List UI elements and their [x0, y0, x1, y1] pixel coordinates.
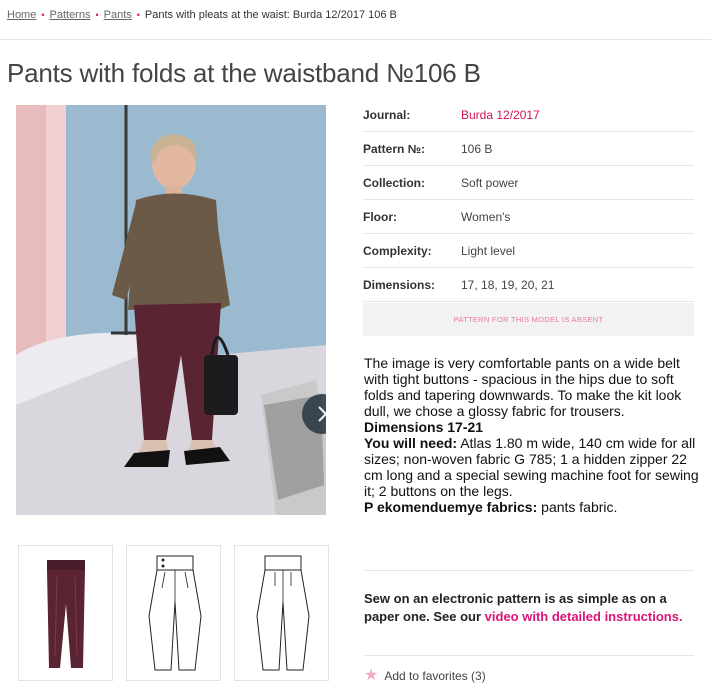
- detail-row-journal: Journal: Burda 12/2017: [363, 98, 694, 132]
- pattern-details: Journal: Burda 12/2017 Pattern №: 106 B …: [363, 98, 694, 302]
- fabrics-text: pants fabric.: [537, 499, 618, 515]
- detail-row-dimensions: Dimensions: 17, 18, 19, 20, 21: [363, 268, 694, 302]
- detail-label: Floor:: [363, 209, 397, 224]
- detail-row-complexity: Complexity: Light level: [363, 234, 694, 268]
- video-instructions-link[interactable]: video with detailed instructions.: [485, 609, 683, 624]
- detail-label: Complexity:: [363, 243, 432, 258]
- detail-value: 17, 18, 19, 20, 21: [461, 277, 555, 292]
- detail-value: Light level: [461, 243, 516, 258]
- breadcrumb-separator: •: [41, 10, 45, 20]
- breadcrumb-current: Pants with pleats at the waist: Burda 12…: [144, 9, 397, 21]
- chevron-right-icon: [318, 406, 326, 422]
- sew-notice: Sew on an electronic pattern is as simpl…: [364, 590, 704, 626]
- product-photo[interactable]: [16, 105, 326, 515]
- journal-link[interactable]: Burda 12/2017: [461, 108, 540, 122]
- pants-back-sketch: [256, 555, 310, 671]
- thumbnail-sketch-back[interactable]: [234, 545, 329, 681]
- breadcrumb-patterns[interactable]: Patterns: [50, 9, 91, 21]
- breadcrumb: Home • Patterns • Pants • Pants with pleats at…: [7, 9, 397, 21]
- detail-value: Women's: [461, 209, 511, 224]
- breadcrumb-separator: •: [136, 10, 140, 20]
- photo-illustration: [16, 105, 326, 515]
- favorites-label: Add to favorites (3): [384, 669, 486, 683]
- pants-front-sketch: [148, 555, 202, 671]
- breadcrumb-pants[interactable]: Pants: [104, 9, 132, 21]
- add-to-favorites-button[interactable]: ★ Add to favorites (3): [364, 668, 486, 684]
- detail-value: Soft power: [461, 175, 519, 190]
- detail-row-floor: Floor: Women's: [363, 200, 694, 234]
- detail-label: Journal:: [363, 107, 411, 122]
- detail-label: Pattern №:: [363, 141, 426, 156]
- fabrics-label: P ekomenduemye fabrics:: [364, 499, 538, 515]
- detail-value: 106 B: [461, 141, 493, 156]
- thumbnail-photo[interactable]: [18, 545, 113, 681]
- pants-photo-thumbnail: [47, 560, 85, 668]
- star-icon: ★: [364, 667, 379, 684]
- detail-row-pattern-number: Pattern №: 106 B: [363, 132, 694, 166]
- detail-label: Collection:: [363, 175, 425, 190]
- dimensions-heading: Dimensions 17-21: [364, 419, 484, 435]
- divider: [0, 39, 711, 40]
- pattern-absent-button[interactable]: PATTERN FOR THIS MODEL IS ABSENT: [363, 303, 694, 336]
- breadcrumb-home[interactable]: Home: [7, 9, 36, 21]
- breadcrumb-separator: •: [95, 10, 99, 20]
- description: The image is very comfortable pants on a…: [364, 355, 699, 515]
- page-title: Pants with folds at the waistband №106 B: [7, 58, 481, 88]
- detail-label: Dimensions:: [363, 277, 436, 292]
- divider: [364, 655, 694, 656]
- detail-row-collection: Collection: Soft power: [363, 166, 694, 200]
- thumbnail-sketch-front[interactable]: [126, 545, 221, 681]
- divider: [364, 570, 694, 571]
- description-intro: The image is very comfortable pants on a…: [364, 355, 682, 419]
- need-label: You will need:: [364, 435, 458, 451]
